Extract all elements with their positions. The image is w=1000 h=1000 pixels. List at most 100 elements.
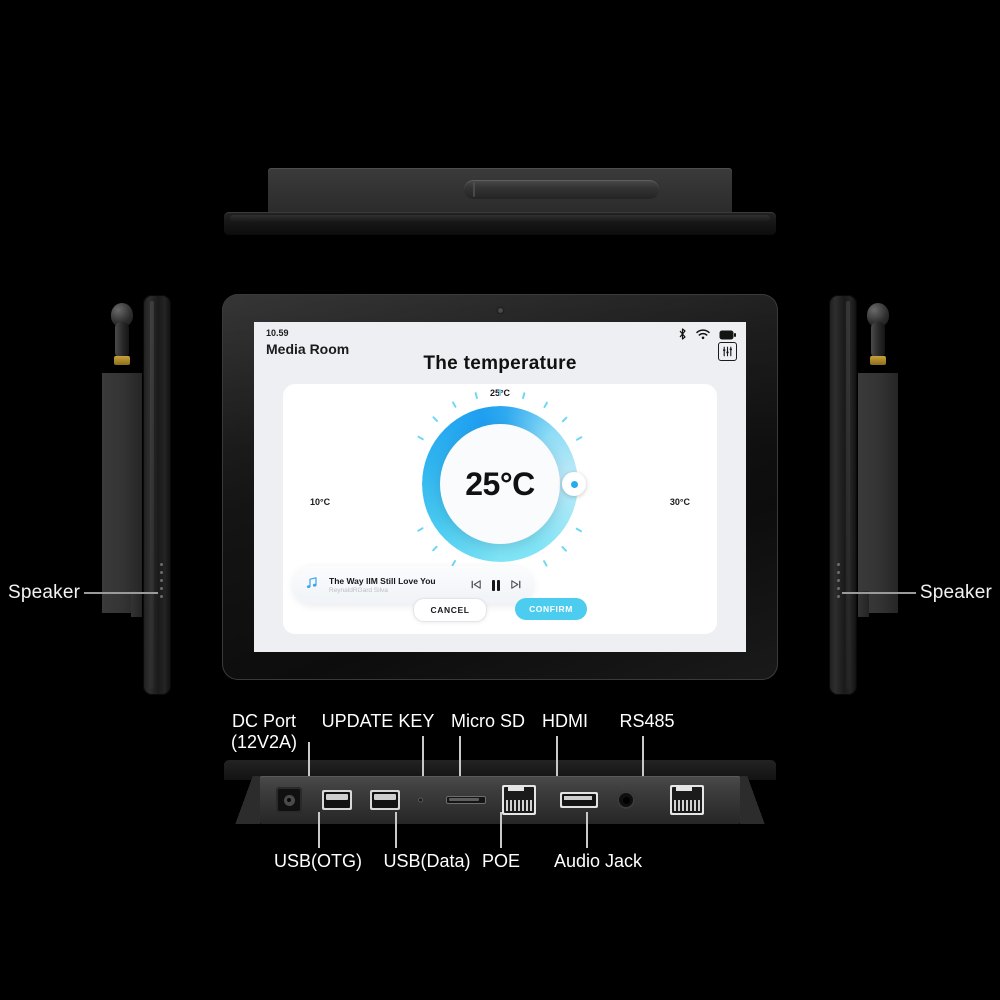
audio-jack-port	[617, 791, 635, 809]
usb-data-port	[370, 790, 400, 810]
top-view-antenna	[464, 180, 659, 199]
dial-tick	[474, 392, 478, 400]
page-title: The temperature	[423, 353, 577, 374]
speaker-hole	[160, 563, 163, 566]
speaker-label-left: Speaker	[8, 582, 81, 603]
dial-label-max: 30°C	[669, 497, 690, 507]
io-leader-poe	[500, 812, 502, 848]
dial-tick	[499, 389, 501, 396]
temperature-dial[interactable]: 25°C	[417, 389, 586, 579]
track-title: The Way IIM Still Love You	[329, 576, 436, 586]
io-leader-micro-sd	[459, 736, 461, 776]
hdmi-port	[560, 792, 598, 808]
antenna-rod	[115, 322, 129, 358]
speaker-hole	[160, 587, 163, 590]
dial-value: 25°C	[465, 465, 535, 502]
usb-otg-port	[322, 790, 352, 810]
dc-port	[276, 787, 302, 813]
dial-tick	[575, 527, 583, 533]
dial-label-min: 10°C	[310, 497, 331, 507]
dial-tick	[432, 545, 439, 552]
dial-knob[interactable]	[562, 472, 586, 496]
left-side-screen-edge	[143, 295, 171, 695]
dial-tick	[432, 416, 439, 423]
io-label-update-key: UPDATE KEY	[321, 711, 435, 731]
product-diagram: Speaker Speaker 10.59 Media Room The tem…	[0, 0, 1000, 1000]
right-side-antenna	[865, 303, 891, 377]
speaker-hole	[160, 579, 163, 582]
io-leader-audio-jack	[586, 812, 588, 848]
dial-tick	[522, 392, 526, 400]
touchscreen-display[interactable]: 10.59 Media Room The temperature 10°C 30…	[254, 322, 746, 652]
io-label-micro-sd: Micro SD	[450, 711, 525, 731]
poe-port	[502, 785, 536, 815]
confirm-button[interactable]: CONFIRM	[515, 598, 587, 620]
right-speaker-holes	[837, 563, 840, 598]
speaker-hole	[160, 595, 163, 598]
dial-tick	[561, 545, 568, 552]
micro-sd-slot	[446, 796, 486, 804]
io-label-usb-data: USB(Data)	[383, 851, 471, 871]
io-leader-update-key	[422, 736, 424, 776]
pause-icon[interactable]	[491, 579, 500, 591]
track-info: The Way IIM Still Love You ReynaldRGard …	[329, 576, 461, 594]
right-side-view	[825, 295, 905, 695]
speaker-leader-right	[842, 592, 916, 594]
temperature-card: 25°C 10°C 30°C 25°C	[283, 384, 717, 634]
antenna-connector	[114, 356, 130, 365]
speaker-hole	[837, 579, 840, 582]
speaker-hole	[837, 595, 840, 598]
antenna-rod	[871, 322, 885, 358]
dial-tick	[543, 559, 549, 567]
speaker-hole	[837, 563, 840, 566]
right-side-foot	[858, 591, 869, 617]
io-leader-dc-port	[308, 742, 310, 776]
top-view-front-edge	[224, 212, 776, 236]
left-side-antenna	[109, 303, 135, 377]
action-buttons: CANCEL CONFIRM	[283, 598, 717, 622]
io-label-poe: POE	[481, 851, 520, 871]
dial-tick	[543, 401, 549, 409]
antenna-connector	[870, 356, 886, 365]
front-view: 10.59 Media Room The temperature 10°C 30…	[222, 294, 778, 680]
bluetooth-icon	[678, 327, 687, 345]
io-leader-usb-otg	[318, 812, 320, 848]
clock: 10.59	[266, 328, 289, 338]
dial-tick	[417, 527, 425, 533]
speaker-hole	[160, 571, 163, 574]
dial-tick	[561, 416, 568, 423]
left-side-foot	[131, 591, 142, 617]
player-controls	[471, 579, 522, 591]
right-side-screen-edge	[829, 295, 857, 695]
right-side-rear-housing	[858, 373, 898, 613]
left-side-rear-housing	[102, 373, 142, 613]
io-leader-usb-data	[395, 812, 397, 848]
previous-track-icon[interactable]	[471, 579, 481, 591]
update-key-button[interactable]	[418, 797, 423, 803]
io-leader-hdmi	[556, 736, 558, 776]
next-track-icon[interactable]	[511, 579, 521, 591]
music-note-icon	[305, 576, 319, 594]
speaker-leader-left	[84, 592, 158, 594]
dial-tick	[417, 435, 425, 441]
speaker-hole	[837, 587, 840, 590]
wifi-icon	[696, 327, 710, 345]
speaker-hole	[837, 571, 840, 574]
dial-tick	[575, 435, 583, 441]
dial-tick	[451, 401, 457, 409]
top-view	[224, 168, 776, 236]
io-label-dc-port: DC Port (12V2A)	[230, 711, 298, 752]
io-label-rs485: RS485	[619, 711, 675, 731]
cancel-button[interactable]: CANCEL	[413, 598, 487, 622]
io-label-hdmi: HDMI	[542, 711, 588, 731]
left-speaker-holes	[160, 563, 163, 598]
io-label-usb-otg: USB(OTG)	[274, 851, 362, 871]
rs485-port	[670, 785, 704, 815]
track-artist: ReynaldRGard Silva	[329, 587, 388, 594]
speaker-label-right: Speaker	[919, 582, 992, 603]
camera-icon	[498, 308, 503, 313]
dial-center: 25°C	[440, 424, 560, 544]
io-leader-rs485	[642, 736, 644, 776]
left-side-view	[95, 295, 175, 695]
io-label-audio-jack: Audio Jack	[553, 851, 643, 871]
